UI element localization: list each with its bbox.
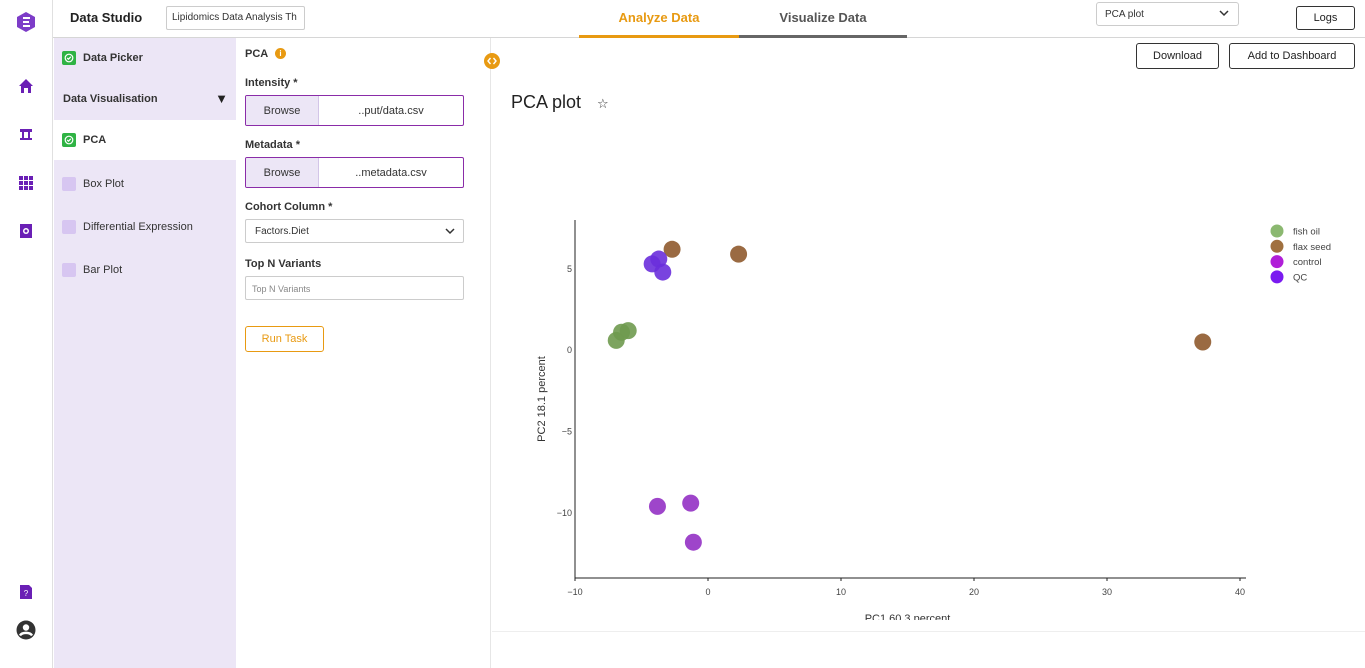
intensity-browse-button[interactable]: Browse bbox=[246, 96, 319, 125]
legend-swatch bbox=[1270, 239, 1284, 253]
cohort-column-select[interactable]: Factors.Diet bbox=[245, 219, 464, 243]
plot-title: PCA plot bbox=[511, 92, 582, 112]
metadata-label: Metadata * bbox=[245, 139, 301, 151]
x-tick-label: −10 bbox=[567, 587, 582, 597]
plot-type-value: PCA plot bbox=[1105, 9, 1144, 20]
data-point bbox=[730, 245, 748, 263]
logo-icon[interactable] bbox=[15, 11, 37, 33]
pending-step-icon bbox=[62, 177, 76, 191]
legend-swatch bbox=[1270, 224, 1284, 238]
cohort-column-label: Cohort Column * bbox=[245, 201, 333, 213]
apps-grid-icon[interactable] bbox=[17, 174, 35, 192]
sidebar-item-pca[interactable]: PCA bbox=[54, 120, 236, 160]
pca-scatter-chart: −10 0 10 20 30 4050−5−10PC1 60.3 percentPC2 1… bbox=[536, 220, 1331, 620]
help-doc-icon[interactable]: ? bbox=[17, 583, 35, 601]
x-axis-label: PC1 60.3 percent bbox=[865, 613, 951, 620]
metadata-browse-button[interactable]: Browse bbox=[246, 158, 319, 187]
intensity-file-field[interactable]: Browse ..put/data.csv bbox=[245, 95, 464, 126]
info-icon[interactable]: i bbox=[275, 48, 286, 59]
svg-text:?: ? bbox=[24, 589, 29, 598]
logs-button[interactable]: Logs bbox=[1296, 6, 1355, 30]
cohort-column-value: Factors.Diet bbox=[255, 226, 309, 237]
x-tick-label: 10 bbox=[836, 587, 846, 597]
pending-step-icon bbox=[62, 263, 76, 277]
left-rail: ? bbox=[0, 0, 53, 668]
x-tick-label: 30 bbox=[1102, 587, 1112, 597]
user-account-icon[interactable] bbox=[16, 620, 36, 640]
sidebar-item-label: Differential Expression bbox=[83, 221, 193, 233]
x-tick-label: 40 bbox=[1235, 587, 1245, 597]
app-title: Data Studio bbox=[70, 10, 143, 25]
y-tick-label: −5 bbox=[562, 427, 572, 437]
pending-step-icon bbox=[62, 220, 76, 234]
sidebar-section-title: Data Visualisation bbox=[63, 93, 158, 105]
run-task-button[interactable]: Run Task bbox=[245, 326, 324, 352]
top-bar: Data Studio Lipidomics Data Analysis Th … bbox=[53, 0, 1365, 38]
sidebar-item-box-plot[interactable]: Box Plot bbox=[54, 164, 236, 204]
download-button[interactable]: Download bbox=[1136, 43, 1219, 69]
sidebar-item-label: PCA bbox=[83, 134, 107, 146]
data-point bbox=[654, 263, 672, 281]
y-axis-label: PC2 18.1 percent bbox=[536, 356, 548, 442]
intensity-file-name: ..put/data.csv bbox=[358, 104, 424, 117]
project-name-input[interactable]: Lipidomics Data Analysis Th bbox=[166, 6, 305, 30]
legend-label: QC bbox=[1293, 272, 1307, 283]
favorite-star-icon[interactable]: ☆ bbox=[597, 96, 609, 112]
check-icon bbox=[62, 133, 76, 147]
sidebar-item-data-picker[interactable]: Data Picker bbox=[54, 38, 236, 78]
chevron-down-icon bbox=[1218, 7, 1230, 22]
divider bbox=[492, 631, 1365, 632]
legend-swatch bbox=[1270, 255, 1284, 269]
x-tick-label: 0 bbox=[705, 587, 710, 597]
top-n-variants-label: Top N Variants bbox=[245, 258, 322, 270]
data-point bbox=[619, 322, 637, 340]
check-icon bbox=[62, 51, 76, 65]
pipeline-icon[interactable] bbox=[17, 125, 35, 143]
metadata-file-name: ..metadata.csv bbox=[355, 166, 427, 179]
data-point bbox=[684, 533, 702, 551]
form-heading: PCA bbox=[245, 48, 269, 60]
sidebar-item-label: Data Picker bbox=[83, 52, 143, 64]
metadata-file-field[interactable]: Browse ..metadata.csv bbox=[245, 157, 464, 188]
y-tick-label: 0 bbox=[567, 345, 572, 355]
legend-swatch bbox=[1270, 270, 1284, 284]
add-to-dashboard-button[interactable]: Add to Dashboard bbox=[1229, 43, 1355, 69]
sidebar-item-label: Box Plot bbox=[83, 178, 124, 190]
workflow-sidebar: Data Picker Data Visualisation ▼ PCA Box… bbox=[54, 38, 236, 668]
legend-label: control bbox=[1293, 257, 1322, 268]
chevron-down-icon bbox=[444, 225, 456, 240]
top-n-variants-input[interactable]: Top N Variants bbox=[245, 276, 464, 300]
intensity-label: Intensity * bbox=[245, 77, 298, 89]
data-point bbox=[682, 494, 700, 512]
x-tick-label: 20 bbox=[969, 587, 979, 597]
sidebar-section-data-visualisation[interactable]: Data Visualisation ▼ bbox=[63, 91, 228, 106]
y-tick-label: −10 bbox=[557, 508, 572, 518]
tab-analyze-data[interactable]: Analyze Data bbox=[579, 0, 739, 38]
sidebar-item-label: Bar Plot bbox=[83, 264, 123, 276]
panel-toggle-icon[interactable] bbox=[484, 53, 500, 69]
home-icon[interactable] bbox=[17, 77, 35, 95]
plot-type-select[interactable]: PCA plot bbox=[1096, 2, 1239, 26]
tab-visualize-data[interactable]: Visualize Data bbox=[739, 0, 907, 38]
legend-label: flax seed bbox=[1293, 242, 1331, 253]
data-point bbox=[648, 497, 666, 515]
collapse-triangle-icon: ▼ bbox=[215, 91, 228, 106]
y-tick-label: 5 bbox=[567, 264, 572, 274]
data-point bbox=[1194, 333, 1212, 351]
legend-label: fish oil bbox=[1293, 227, 1320, 238]
sidebar-item-differential-expression[interactable]: Differential Expression bbox=[54, 207, 236, 247]
report-icon[interactable] bbox=[17, 222, 35, 240]
task-form-panel: PCA i Intensity * Browse ..put/data.csv … bbox=[236, 38, 491, 668]
sidebar-item-bar-plot[interactable]: Bar Plot bbox=[54, 250, 236, 290]
